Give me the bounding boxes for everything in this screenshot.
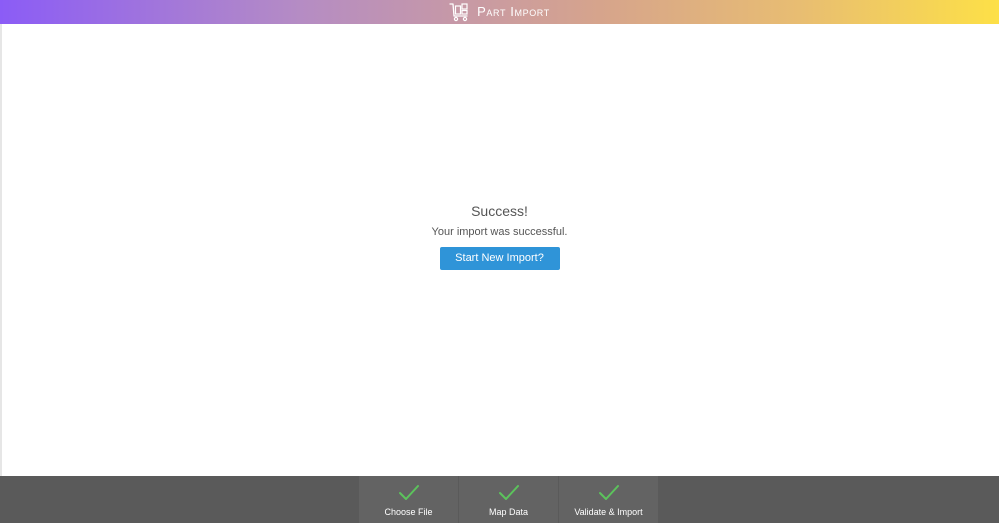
part-cart-icon <box>449 3 468 22</box>
step-validate-import[interactable]: Validate & Import <box>559 476 658 523</box>
step-list: Choose File Map Data Validate & Import <box>359 476 658 523</box>
success-panel: Success! Your import was successful. Sta… <box>0 202 999 270</box>
step-label: Choose File <box>384 507 433 517</box>
step-label: Map Data <box>488 507 529 517</box>
page-title: Part Import <box>477 4 550 19</box>
footer-stepper: Choose File Map Data Validate & Import <box>0 476 999 523</box>
header-inner: Part Import <box>449 2 550 22</box>
header-bar: Part Import <box>0 0 999 24</box>
part-import-app: Part Import Success! Your import was suc… <box>0 0 999 523</box>
step-map-data[interactable]: Map Data <box>459 476 558 523</box>
main-content: Success! Your import was successful. Sta… <box>0 24 999 476</box>
success-message: Your import was successful. <box>431 226 568 238</box>
success-title: Success! <box>471 203 528 219</box>
checkmark-icon <box>498 485 519 500</box>
checkmark-icon <box>398 485 419 500</box>
checkmark-icon <box>598 485 619 500</box>
step-choose-file[interactable]: Choose File <box>359 476 458 523</box>
start-new-import-button[interactable]: Start New Import? <box>439 247 560 270</box>
step-label: Validate & Import <box>574 507 643 517</box>
